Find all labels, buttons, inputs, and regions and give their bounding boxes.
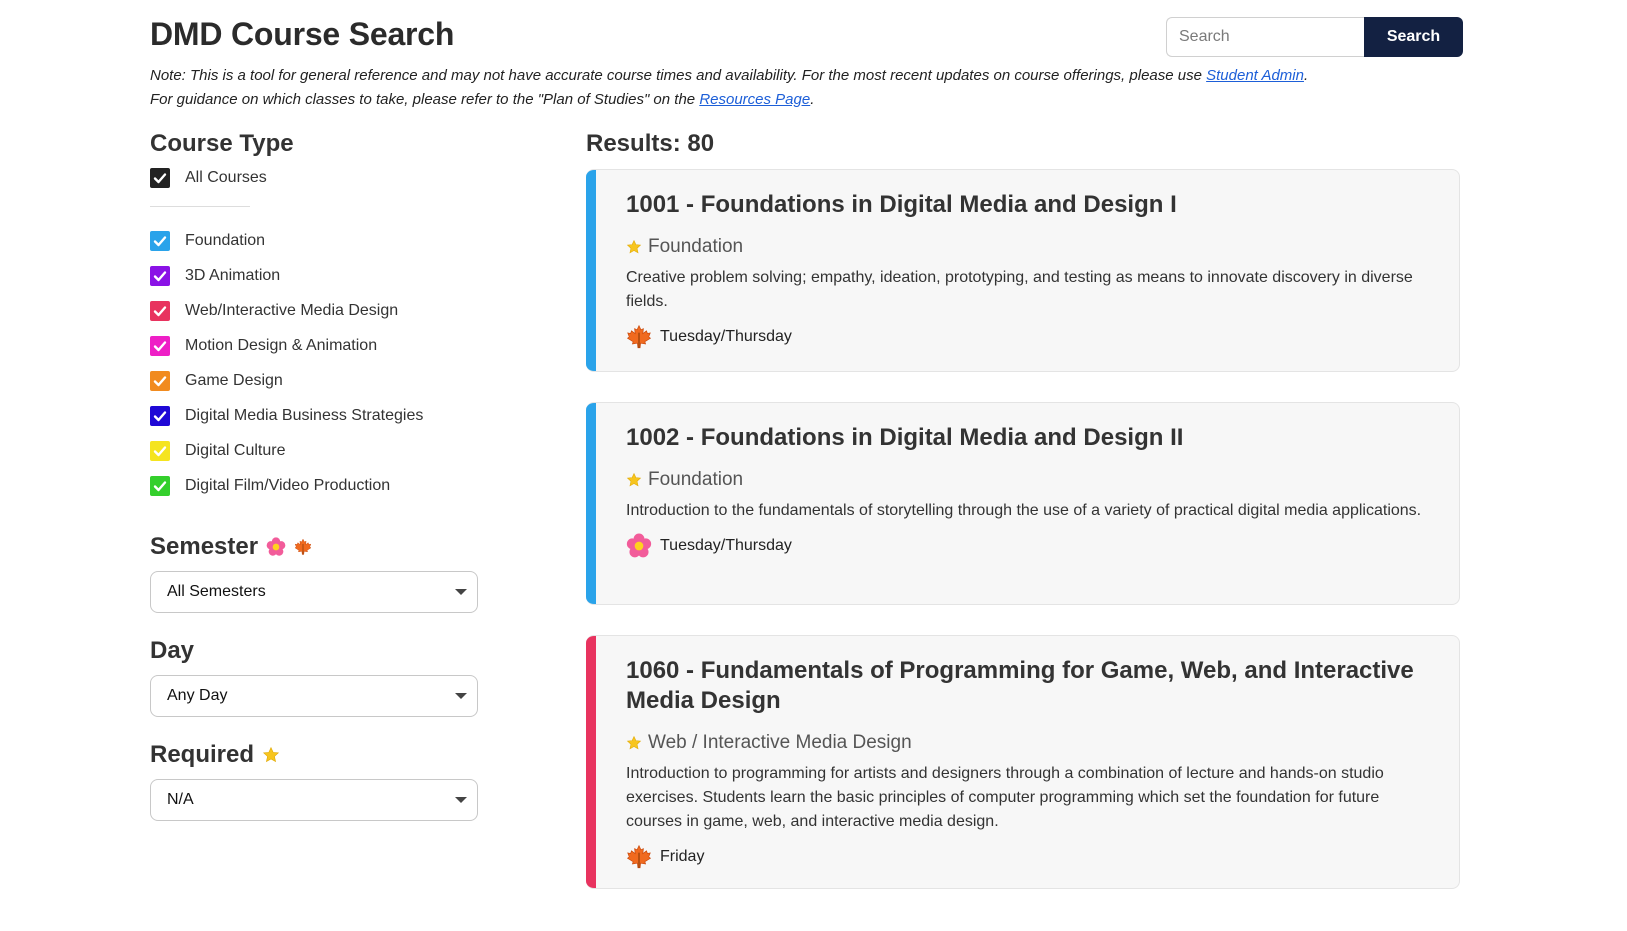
note-end-2: .	[810, 91, 815, 108]
course-card[interactable]: 1001 - Foundations in Digital Media and …	[586, 169, 1460, 372]
day-select[interactable]: Any Day	[150, 675, 478, 717]
note-end-1: .	[1303, 67, 1309, 84]
checkbox-label: Digital Film/Video Production	[185, 476, 391, 494]
checkbox-icon[interactable]	[150, 405, 170, 426]
filter-sidebar: Course Type All Courses Foundation 3D Ani…	[150, 130, 490, 821]
disclaimer-note: Note: This is a tool for general referen…	[150, 64, 1470, 112]
course-days: Tuesday/Thursday	[660, 537, 792, 554]
note-line-2: For guidance on which classes to take, p…	[150, 88, 1470, 112]
maple-leaf-icon	[626, 844, 652, 870]
day-heading: Day	[150, 637, 490, 665]
course-type: Foundation	[626, 236, 1429, 258]
maple-leaf-icon	[294, 538, 312, 556]
star-icon	[626, 735, 642, 751]
day-select-value: Any Day	[167, 687, 228, 704]
course-description: Introduction to programming for artists …	[626, 765, 1384, 830]
checkbox-icon[interactable]	[150, 440, 170, 461]
results-count: Results: 80	[586, 130, 715, 157]
note-text-2: For guidance on which classes to take, p…	[150, 91, 700, 108]
course-schedule: Friday	[626, 844, 1429, 870]
course-type-label: Web / Interactive Media Design	[648, 732, 912, 753]
checkbox-label: Foundation	[185, 231, 266, 249]
course-schedule: Tuesday/Thursday	[626, 324, 1429, 350]
checkbox-label: Digital Culture	[185, 441, 286, 459]
star-icon	[262, 746, 280, 764]
search-input[interactable]	[1166, 17, 1364, 57]
course-title: 1002 - Foundations in Digital Media and …	[626, 424, 1184, 451]
checkbox-label: All Courses	[185, 169, 267, 186]
checkbox-icon[interactable]	[150, 265, 170, 286]
checkbox-digital-media-business-strategies[interactable]: Digital Media Business Strategies	[150, 398, 490, 433]
resources-page-link[interactable]: Resources Page	[699, 91, 810, 108]
checkbox-motion-design-animation[interactable]: Motion Design & Animation	[150, 328, 490, 363]
maple-leaf-icon	[626, 324, 652, 350]
note-text-1: Note: This is a tool for general referen…	[150, 67, 1207, 84]
course-type-label: Foundation	[648, 469, 744, 490]
checkbox-all-courses[interactable]: All Courses	[150, 166, 490, 190]
required-select-value: N/A	[167, 791, 194, 808]
search-button[interactable]: Search	[1364, 17, 1463, 57]
checkbox-icon[interactable]	[150, 300, 170, 321]
checkbox-icon[interactable]	[150, 230, 170, 251]
checkbox-icon[interactable]	[150, 370, 170, 391]
chevron-down-icon	[455, 693, 467, 699]
checkbox-icon[interactable]	[150, 335, 170, 356]
required-heading: Required	[150, 741, 490, 769]
checkbox-label: Game Design	[185, 371, 283, 389]
course-title: 1060 - Fundamentals of Programming for G…	[626, 657, 1414, 714]
note-line-1: Note: This is a tool for general referen…	[150, 64, 1470, 88]
course-description: Introduction to the fundamentals of stor…	[626, 502, 1422, 519]
checkbox-label: Digital Media Business Strategies	[185, 406, 424, 424]
flower-icon	[266, 537, 286, 557]
semester-select-value: All Semesters	[167, 583, 266, 600]
chevron-down-icon	[455, 589, 467, 595]
course-days: Friday	[660, 848, 705, 865]
student-admin-link[interactable]: Student Admin	[1206, 67, 1304, 84]
checkbox-digital-film-video-production[interactable]: Digital Film/Video Production	[150, 468, 490, 503]
flower-icon	[626, 533, 652, 559]
checkbox-icon[interactable]	[150, 475, 170, 496]
checkbox-label: Web/Interactive Media Design	[185, 301, 399, 319]
course-type-label: Foundation	[648, 236, 744, 257]
course-days: Tuesday/Thursday	[660, 328, 792, 345]
semester-title: Semester	[150, 533, 259, 560]
checkbox-label: Motion Design & Animation	[185, 336, 378, 354]
course-type-heading: Course Type	[150, 130, 490, 158]
divider	[150, 206, 250, 207]
course-card[interactable]: 1002 - Foundations in Digital Media and …	[586, 402, 1460, 605]
chevron-down-icon	[455, 797, 467, 803]
course-search-page: DMD Course Search Search Note: This is a…	[150, 0, 1463, 931]
semester-select[interactable]: All Semesters	[150, 571, 478, 613]
course-title: 1001 - Foundations in Digital Media and …	[626, 191, 1177, 218]
required-title: Required	[150, 741, 255, 768]
course-card[interactable]: 1060 - Fundamentals of Programming for G…	[586, 635, 1460, 889]
course-description: Creative problem solving; empathy, ideat…	[626, 269, 1413, 310]
course-type-title: Course Type	[150, 130, 294, 157]
search-bar: Search	[1166, 17, 1463, 57]
course-type: Foundation	[626, 469, 1429, 491]
course-type-list: Foundation 3D Animation Web/Interactive Me…	[150, 223, 490, 503]
checkbox-foundation[interactable]: Foundation	[150, 223, 490, 258]
course-schedule: Tuesday/Thursday	[626, 533, 1429, 559]
page-title: DMD Course Search	[150, 16, 455, 52]
checkbox-label: 3D Animation	[185, 266, 281, 284]
checkbox-digital-culture[interactable]: Digital Culture	[150, 433, 490, 468]
checkbox-3d-animation[interactable]: 3D Animation	[150, 258, 490, 293]
checkbox-game-design[interactable]: Game Design	[150, 363, 490, 398]
checkbox-icon[interactable]	[150, 168, 170, 188]
star-icon	[626, 239, 642, 255]
required-select[interactable]: N/A	[150, 779, 478, 821]
checkbox-web-interactive-media-design[interactable]: Web/Interactive Media Design	[150, 293, 490, 328]
course-type: Web / Interactive Media Design	[626, 732, 1429, 754]
semester-heading: Semester	[150, 533, 490, 561]
day-title: Day	[150, 637, 195, 664]
star-icon	[626, 472, 642, 488]
